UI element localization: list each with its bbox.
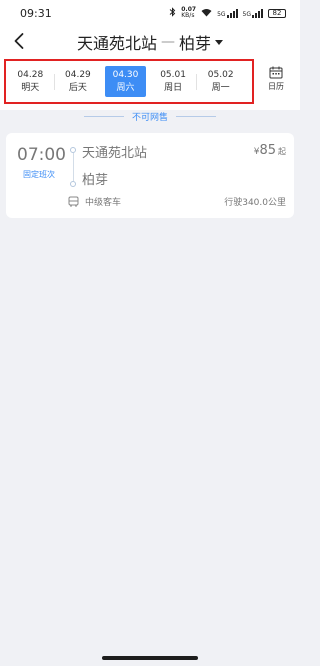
destination-station: 柏芽: [179, 34, 212, 53]
date-tab-0430-selected[interactable]: 04.30 周六: [105, 66, 146, 97]
trip-price: ¥85 起: [254, 143, 286, 158]
date-tab-date: 04.29: [65, 69, 91, 80]
date-tab-day: 后天: [68, 82, 87, 93]
calendar-button[interactable]: 日历: [262, 66, 290, 100]
notice-divider-left: [83, 115, 124, 117]
notice-divider-right: [176, 115, 216, 117]
trip-distance: 行驶340.0公里: [224, 198, 286, 208]
price-value: 85: [259, 143, 276, 158]
date-tab-date: 04.30: [112, 69, 139, 80]
status-time: 09:31: [20, 6, 52, 20]
status-bar: 09:31 0.07 KB/s 5G 5G 82: [0, 0, 300, 26]
date-tab-day: 周日: [164, 82, 183, 93]
date-selector: 04.28 明天 04.29 后天 04.30 周六 05.01 周日 05.0…: [4, 59, 254, 104]
signal-5g-2: 5G: [243, 8, 263, 18]
date-bar: 04.28 明天 04.29 后天 04.30 周六 05.01 周日 05.0…: [0, 56, 300, 110]
fixed-schedule-tag: 固定班次: [23, 170, 55, 179]
trip-origin: 天通苑北站: [82, 146, 148, 161]
origin-station: 天通苑北站: [76, 34, 157, 53]
date-tab-0502[interactable]: 05.02 周一: [200, 66, 241, 97]
route-line: [72, 153, 74, 181]
date-divider: [53, 74, 55, 90]
departure-time: 07:00: [17, 145, 66, 165]
route-timeline: [69, 147, 77, 187]
caret-down-icon: [215, 39, 224, 45]
price-suffix: 起: [278, 147, 286, 156]
trip-card[interactable]: 07:00 固定班次 天通苑北站 柏芽 ¥85 起 中级客车 行驶340.0公里: [6, 133, 294, 218]
bus-type: 中级客车: [85, 198, 122, 208]
date-tab-date: 05.01: [160, 69, 186, 80]
bus-icon: [68, 196, 79, 207]
route-title[interactable]: 天通苑北站 — 柏芽: [0, 30, 300, 54]
date-tab-day: 周一: [211, 82, 230, 93]
destination-dot: [70, 181, 76, 187]
date-tab-day: 明天: [21, 82, 40, 93]
calendar-label: 日历: [268, 82, 284, 91]
date-tab-0429[interactable]: 04.29 后天: [58, 66, 99, 97]
route-separator: —: [161, 34, 175, 50]
date-tab-date: 04.28: [17, 69, 44, 80]
notice-text: 不可网售: [131, 112, 168, 123]
date-divider: [196, 74, 198, 90]
calendar-icon: [269, 66, 283, 79]
wifi-icon: [201, 8, 212, 19]
date-tab-date: 05.02: [207, 69, 234, 80]
battery-icon: 82: [268, 8, 286, 18]
signal-5g-1: 5G: [217, 8, 238, 18]
date-tab-0428[interactable]: 04.28 明天: [10, 66, 55, 97]
not-for-online-sale-notice: 不可网售: [0, 108, 300, 124]
date-tab-day: 周六: [116, 82, 135, 93]
bus-info: 中级客车: [68, 195, 121, 208]
bluetooth-icon: [169, 7, 176, 19]
route-header: 天通苑北站 — 柏芽: [0, 26, 300, 56]
date-tab-0501[interactable]: 05.01 周日: [153, 66, 198, 97]
home-indicator[interactable]: [102, 656, 198, 660]
status-icons: 0.07 KB/s 5G 5G 82: [169, 7, 286, 19]
network-speed: 0.07 KB/s: [181, 6, 197, 19]
trip-destination: 柏芽: [82, 173, 109, 188]
